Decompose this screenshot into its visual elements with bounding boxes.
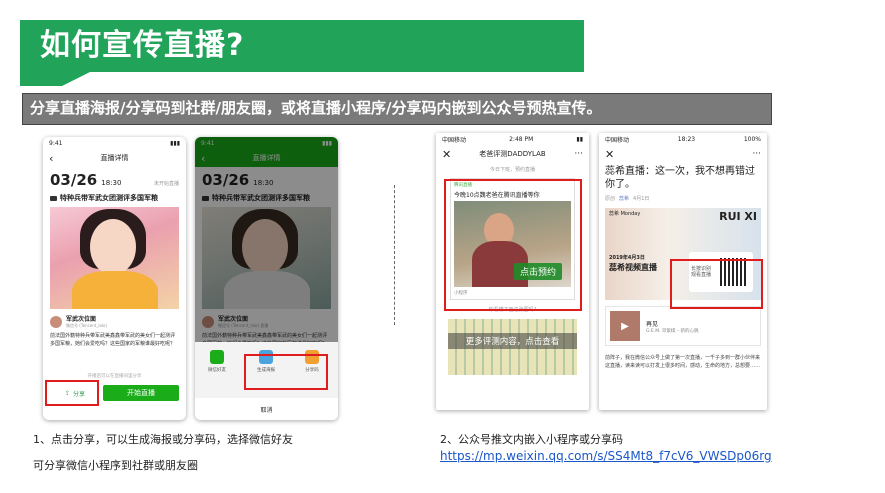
- modal-overlay: [195, 137, 338, 342]
- close-icon[interactable]: ✕: [442, 148, 451, 161]
- start-live-button[interactable]: 开始直播: [103, 385, 179, 401]
- article-headline: 蕊希直播：这一次，我不想再错过你了。: [605, 166, 755, 190]
- caption-right-line1: 2、公众号推文内嵌入小程序或分享码: [440, 433, 623, 446]
- status-time: 2:48 PM: [509, 135, 534, 143]
- song-artist: G.E.M. 邓紫棋 – 新的心跳: [646, 328, 699, 334]
- back-icon[interactable]: ‹: [49, 152, 53, 165]
- live-title: 特种兵带军武女团测评多国军粮: [60, 194, 158, 202]
- original-tag: 原创: [605, 196, 616, 202]
- carrier: 中国移动: [442, 136, 467, 144]
- author-row: 军武次位面 微信号 (Tencent_lolo): [43, 309, 186, 329]
- song-title: 再见: [646, 320, 659, 328]
- article-meta: 原创 蕊希 4月1日: [599, 193, 767, 204]
- poster-title: 蕊希视频直播: [609, 263, 657, 272]
- more-icon[interactable]: ···: [574, 149, 583, 159]
- live-status: 未开始直播: [153, 181, 179, 187]
- battery-icon: ▮▮: [576, 135, 583, 143]
- status-bar: 中国移动 2:48 PM ▮▮: [436, 133, 589, 145]
- slide-title: 如何宣传直播?: [40, 28, 245, 63]
- highlight-qr-code: [670, 259, 763, 309]
- source-name: 蕊希: [619, 196, 630, 202]
- highlight-share-button: [45, 380, 99, 406]
- slide-subtitle: 分享直播海报/分享码到社群/朋友圈，或将直播小程序/分享码内嵌到公众号预热宣传。: [30, 99, 602, 117]
- status-time: 9:41: [49, 139, 63, 147]
- dashed-divider: [394, 185, 395, 325]
- cancel-button[interactable]: 取消: [195, 398, 338, 420]
- product-banner[interactable]: 更多评测内容，点击查看: [448, 319, 577, 375]
- battery-icon: ▮▮▮: [170, 139, 180, 147]
- battery-level: 100%: [743, 135, 761, 143]
- phone-screenshot-live-detail: 9:41 ▮▮▮ ‹ 直播详情 03/26 18:30 未开始直播 特种兵带军武女团…: [43, 137, 186, 420]
- article-body: 前阵子，我在微信公众号上做了第一次直播，一千子多到一群小伙伴来这直播，读来读可以…: [605, 355, 761, 369]
- play-icon[interactable]: ▶: [610, 311, 640, 341]
- poster-top-text: 蕊希 Monday: [609, 211, 641, 217]
- poster-date: 2019年4月3日: [609, 255, 645, 261]
- camera-icon: [50, 195, 57, 201]
- share-option-wechat-friend[interactable]: 微信好友: [203, 350, 231, 373]
- nav-bar: ‹ 直播详情: [43, 149, 186, 167]
- article-link[interactable]: https://mp.weixin.qq.com/s/SS4Mt8_f7cV6_…: [440, 449, 772, 463]
- cover-image: [50, 207, 179, 309]
- status-bar: 中国移动 18:23 100%: [599, 133, 767, 145]
- caption-left-line1: 1、点击分享，可以生成海报或分享码，选择微信好友: [33, 433, 293, 446]
- author-id: 微信号 (Tencent_lolo): [66, 323, 108, 328]
- publish-date: 4月1日: [633, 196, 650, 202]
- nav-bar: ✕ ···: [599, 145, 767, 163]
- live-date: 03/26: [50, 171, 98, 189]
- close-icon[interactable]: ✕: [605, 148, 614, 161]
- status-bar: 9:41 ▮▮▮: [43, 137, 186, 149]
- live-time: 18:30: [101, 179, 122, 187]
- caption-left-line2: 可分享微信小程序到社群或朋友圈: [33, 459, 198, 472]
- avatar: [50, 315, 62, 328]
- footer-note: 开播后可以在直播间里分享: [87, 374, 142, 379]
- live-description: 前法国外籍特种兵带军武美鑫鑫带军武的美女们一起测评多国军粮，她们会爱吃吗？这些国…: [50, 333, 176, 347]
- banner-text: 更多评测内容，点击查看: [448, 333, 577, 349]
- title-banner-tail: [20, 72, 90, 86]
- highlight-mini-program: [444, 179, 582, 311]
- nav-title: 直播详情: [100, 154, 129, 162]
- music-card[interactable]: ▶ 再见 G.E.M. 邓紫棋 – 新的心跳: [605, 306, 761, 346]
- status-time: 18:23: [677, 135, 696, 143]
- author-name: 军武次位面: [66, 316, 97, 323]
- nav-title: 老爸评测DADDYLAB: [479, 150, 546, 158]
- article-intro: 今日下班，预约直播: [489, 167, 535, 173]
- date-row: 03/26 18:30 未开始直播: [43, 167, 186, 189]
- carrier: 中国移动: [605, 136, 630, 144]
- nav-bar: ✕ 老爸评测DADDYLAB ···: [436, 145, 589, 163]
- live-title-row: 特种兵带军武女团测评多国军粮: [43, 189, 186, 207]
- highlight-share-options: [244, 354, 328, 390]
- wechat-icon: [210, 350, 224, 364]
- poster-brand: RUI XI: [719, 210, 757, 223]
- option-label: 微信好友: [208, 368, 226, 373]
- more-icon[interactable]: ···: [752, 149, 761, 159]
